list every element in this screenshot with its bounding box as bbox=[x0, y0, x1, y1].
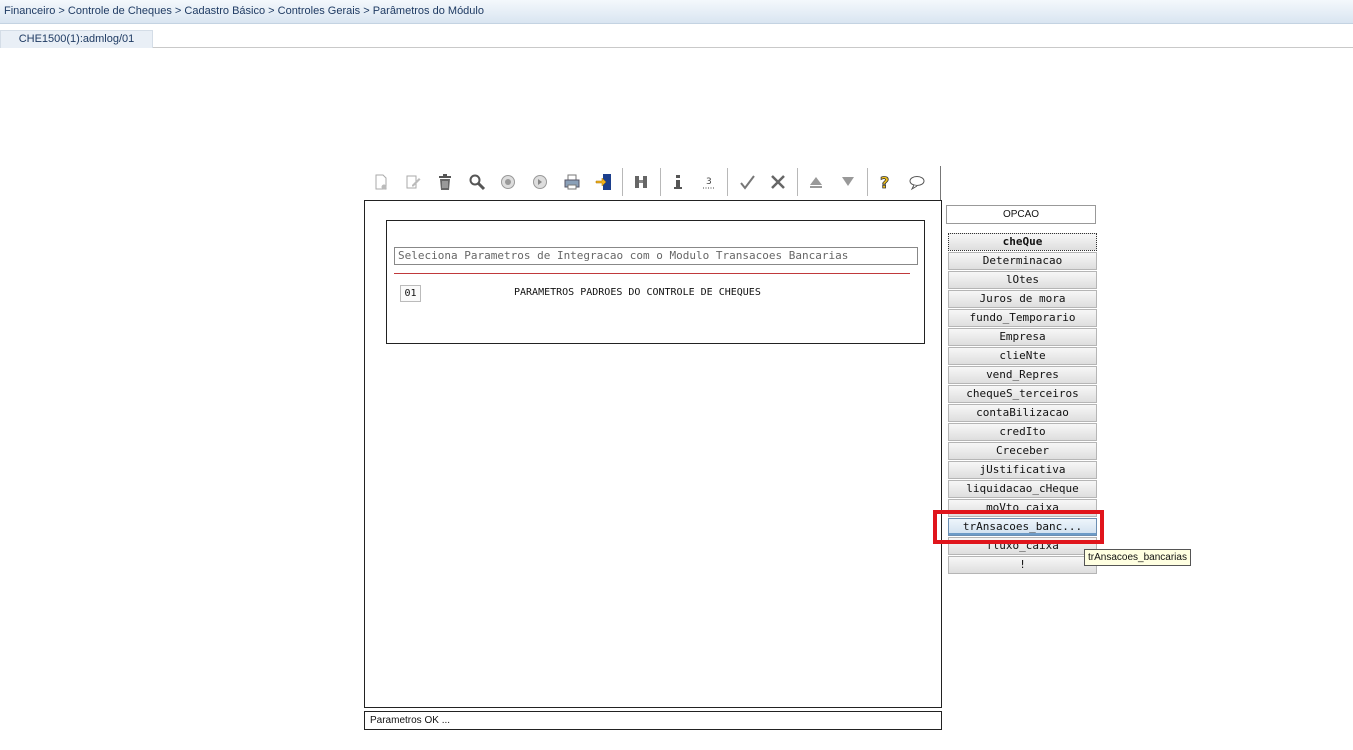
option-button[interactable]: credIto bbox=[948, 423, 1097, 441]
option-button[interactable]: vend_Repres bbox=[948, 366, 1097, 384]
tooltip: trAnsacoes_bancarias bbox=[1084, 549, 1191, 566]
option-button[interactable]: chequeS_terceiros bbox=[948, 385, 1097, 403]
program-tab[interactable]: CHE1500(1):admlog/01 bbox=[0, 30, 153, 48]
count-icon[interactable]: 3 bbox=[698, 171, 720, 193]
option-button[interactable]: Determinacao bbox=[948, 252, 1097, 270]
top-navigation-bar: Financeiro > Controle de Cheques > Cadas… bbox=[0, 0, 1353, 24]
exit-door-icon[interactable] bbox=[593, 171, 615, 193]
status-bar: Parametros OK ... bbox=[364, 711, 942, 730]
option-button[interactable]: Juros de mora bbox=[948, 290, 1097, 308]
selection-title-field: Seleciona Parametros de Integracao com o… bbox=[394, 247, 918, 265]
option-button[interactable]: liquidacao_cHeque bbox=[948, 480, 1097, 498]
print-icon[interactable] bbox=[561, 171, 583, 193]
info-icon[interactable] bbox=[667, 171, 689, 193]
previous-circle-icon[interactable] bbox=[497, 171, 519, 193]
option-button[interactable]: jUstificativa bbox=[948, 461, 1097, 479]
help-question-icon[interactable]: ? bbox=[874, 171, 896, 193]
edit-icon[interactable] bbox=[402, 171, 424, 193]
tab-strip: CHE1500(1):admlog/01 bbox=[0, 30, 1353, 48]
option-button[interactable]: fluxo_caixa bbox=[948, 537, 1097, 555]
new-document-icon[interactable] bbox=[370, 171, 392, 193]
option-button[interactable]: fundo_Temporario bbox=[948, 309, 1097, 327]
arrow-down-icon[interactable] bbox=[837, 171, 859, 193]
separator-line bbox=[394, 273, 910, 274]
breadcrumb[interactable]: Financeiro > Controle de Cheques > Cadas… bbox=[4, 5, 484, 17]
main-panel: Seleciona Parametros de Integracao com o… bbox=[364, 200, 942, 708]
cancel-tools-icon[interactable] bbox=[767, 171, 789, 193]
option-header: OPCAO bbox=[946, 205, 1096, 224]
toolbar: 3 ? bbox=[364, 166, 941, 200]
svg-text:?: ? bbox=[880, 173, 889, 191]
option-button[interactable]: moVto_caixa bbox=[948, 499, 1097, 517]
option-button[interactable]: Creceber bbox=[948, 442, 1097, 460]
option-button[interactable]: trAnsacoes_banc... bbox=[948, 518, 1097, 536]
option-button[interactable]: clieNte bbox=[948, 347, 1097, 365]
option-code-field[interactable]: 01 bbox=[400, 285, 421, 302]
option-button[interactable]: cheQue bbox=[948, 233, 1097, 251]
option-label: PARAMETROS PADROES DO CONTROLE DE CHEQUE… bbox=[514, 287, 761, 298]
delete-trash-icon[interactable] bbox=[434, 171, 456, 193]
option-button[interactable]: Empresa bbox=[948, 328, 1097, 346]
parameters-box: Seleciona Parametros de Integracao com o… bbox=[386, 220, 925, 344]
option-button[interactable]: contaBilizacao bbox=[948, 404, 1097, 422]
arrow-up-icon[interactable] bbox=[805, 171, 827, 193]
confirm-check-icon[interactable] bbox=[736, 171, 758, 193]
svg-text:3: 3 bbox=[706, 177, 712, 187]
option-button[interactable]: ! bbox=[948, 556, 1097, 574]
binoculars-icon[interactable] bbox=[630, 171, 652, 193]
search-icon[interactable] bbox=[466, 171, 488, 193]
next-circle-icon[interactable] bbox=[529, 171, 551, 193]
comment-bubble-icon[interactable] bbox=[906, 171, 928, 193]
option-button[interactable]: lOtes bbox=[948, 271, 1097, 289]
